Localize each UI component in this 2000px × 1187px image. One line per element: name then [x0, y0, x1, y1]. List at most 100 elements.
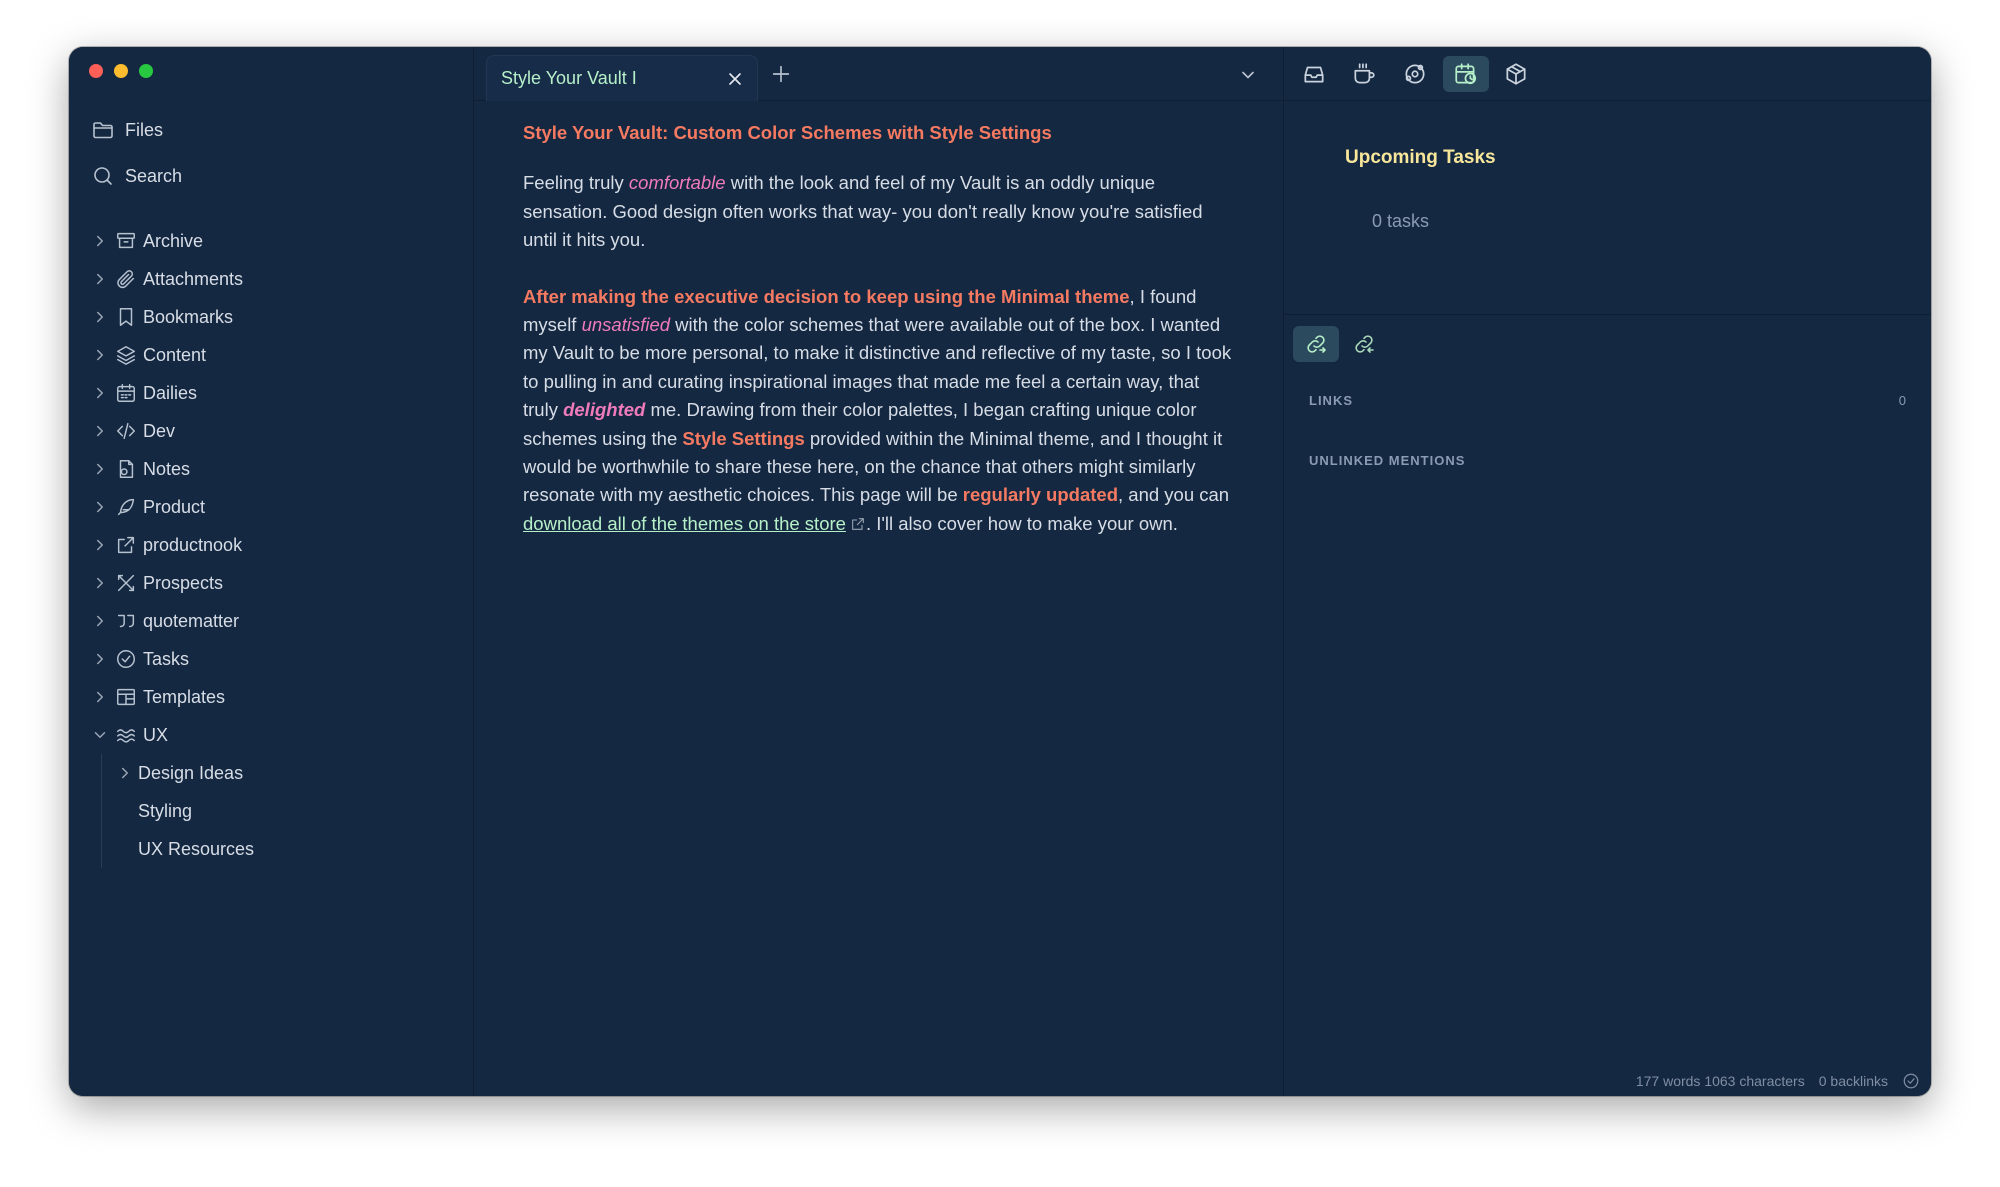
waves-icon: [117, 729, 135, 743]
folder-bookmarks[interactable]: Bookmarks: [91, 298, 461, 336]
folder-dev[interactable]: Dev: [91, 412, 461, 450]
status-bar: 177 words 1063 characters 0 backlinks: [1636, 1072, 1920, 1090]
quote-icon: [117, 614, 135, 628]
word-count: 177 words 1063 characters: [1636, 1073, 1805, 1089]
strong-text: After making the executive decision to k…: [523, 285, 1130, 307]
package-icon: [1506, 63, 1526, 85]
strong-text: regularly updated: [962, 484, 1118, 506]
folder-dailies[interactable]: Dailies: [91, 374, 461, 412]
folder-attachments[interactable]: Attachments: [91, 260, 461, 298]
paperclip-icon: [117, 270, 135, 289]
emphasis-text: unsatisfied: [581, 314, 671, 336]
file-explorer-sidebar: Files Search Archive Attachments Bookmar…: [69, 47, 474, 1096]
folder-content[interactable]: Content: [91, 336, 461, 374]
outgoing-links-button[interactable]: [1293, 326, 1339, 362]
right-sidebar: Upcoming Tasks 0 tasks LINKS 0 UNLINKED …: [1283, 47, 1931, 1096]
folder-templates[interactable]: Templates: [91, 678, 461, 716]
minimize-window-button[interactable]: [114, 64, 128, 78]
folder-label: Dailies: [143, 382, 198, 403]
folder-label: Dev: [143, 420, 176, 441]
link-out-icon: [1307, 335, 1326, 353]
layout-icon: [117, 688, 135, 706]
close-window-button[interactable]: [89, 64, 103, 78]
folder-tasks[interactable]: Tasks: [91, 640, 461, 678]
note-icon: [119, 460, 134, 478]
folder-design-ideas[interactable]: Design Ideas: [102, 754, 461, 792]
chevron-right-icon: [97, 273, 103, 285]
folder-productnook[interactable]: productnook: [91, 526, 461, 564]
folder-archive[interactable]: Archive: [91, 222, 461, 260]
file-label: Styling: [138, 800, 193, 821]
calendar-icon: [117, 384, 135, 402]
upcoming-tasks-title: Upcoming Tasks: [1345, 147, 1496, 168]
graph-button[interactable]: [1392, 56, 1438, 92]
new-tab-icon[interactable]: [770, 63, 792, 85]
chevron-right-icon: [122, 767, 128, 779]
chevron-down-icon[interactable]: [1238, 65, 1258, 85]
folder-ux[interactable]: UX: [91, 716, 461, 754]
folder-quotematter[interactable]: quotematter: [91, 602, 461, 640]
folder-icon: [93, 122, 113, 139]
upcoming-tasks-count: 0 tasks: [1372, 211, 1430, 231]
chevron-right-icon: [97, 463, 103, 475]
ux-children: Design Ideas Styling UX Resources: [101, 754, 461, 868]
backlinks-button[interactable]: [1341, 326, 1387, 362]
zoom-window-button[interactable]: [139, 64, 153, 78]
check-circle-icon: [117, 650, 135, 668]
chevron-right-icon: [97, 311, 103, 323]
chevron-right-icon: [97, 425, 103, 437]
folder-notes[interactable]: Notes: [91, 450, 461, 488]
folder-label: Bookmarks: [143, 306, 234, 327]
chevron-right-icon: [97, 539, 103, 551]
graph-icon: [1405, 64, 1425, 84]
files-nav-item[interactable]: Files: [91, 118, 163, 142]
folder-label: Content: [143, 344, 207, 365]
close-icon[interactable]: [725, 69, 745, 89]
panel-divider: [1284, 314, 1931, 315]
chevron-down-icon: [94, 732, 106, 738]
archive-icon: [117, 232, 135, 249]
file-ux-resources[interactable]: UX Resources: [102, 830, 461, 868]
tab-style-your-vault[interactable]: Style Your Vault I: [486, 55, 758, 101]
folder-label: quotematter: [143, 610, 240, 631]
folder-prospects[interactable]: Prospects: [91, 564, 461, 602]
layers-icon: [117, 346, 135, 365]
folder-label: productnook: [143, 534, 243, 555]
chevron-right-icon: [97, 653, 103, 665]
chevron-right-icon: [97, 691, 103, 703]
right-toolbar: [1284, 47, 1931, 101]
chevron-right-icon: [97, 387, 103, 399]
note-content[interactable]: Style Your Vault: Custom Color Schemes w…: [523, 119, 1233, 566]
tools-icon: [117, 574, 135, 592]
folder-label: Attachments: [143, 268, 244, 289]
sync-check-icon[interactable]: [1902, 1072, 1920, 1090]
chevron-right-icon: [97, 501, 103, 513]
backlink-count[interactable]: 0 backlinks: [1819, 1073, 1888, 1089]
calendar-clock-button[interactable]: [1443, 56, 1489, 92]
unlinked-mentions-label[interactable]: UNLINKED MENTIONS: [1309, 453, 1465, 468]
search-nav-item[interactable]: Search: [91, 164, 182, 188]
note-heading: Style Your Vault: Custom Color Schemes w…: [523, 122, 1052, 143]
folder-tree: Archive Attachments Bookmarks Content Da: [91, 222, 461, 868]
text: , and you can: [1118, 484, 1230, 506]
chevron-right-icon: [97, 235, 103, 247]
editor-pane: Style Your Vault I Style Your Vault: Cus…: [474, 47, 1282, 1096]
coffee-icon: [1354, 63, 1375, 84]
folder-label: Product: [143, 496, 206, 517]
folder-product[interactable]: Product: [91, 488, 461, 526]
inbox-button[interactable]: [1291, 56, 1337, 92]
chevron-right-icon: [97, 577, 103, 589]
emphasis-text: delighted: [563, 399, 646, 421]
store-link[interactable]: download all of the themes on the store: [523, 513, 846, 534]
tab-bar: Style Your Vault I: [474, 47, 1282, 101]
coffee-button[interactable]: [1341, 56, 1387, 92]
chevron-right-icon: [97, 349, 103, 361]
links-count: 0: [1898, 393, 1906, 408]
package-button[interactable]: [1493, 56, 1539, 92]
calendar-clock-icon: [1455, 63, 1477, 85]
words-text: 177 words: [1635, 1073, 1701, 1089]
file-styling[interactable]: Styling: [102, 792, 461, 830]
search-nav-label: Search: [125, 165, 183, 186]
folder-label: Archive: [143, 230, 204, 251]
links-section-label[interactable]: LINKS: [1309, 393, 1353, 408]
